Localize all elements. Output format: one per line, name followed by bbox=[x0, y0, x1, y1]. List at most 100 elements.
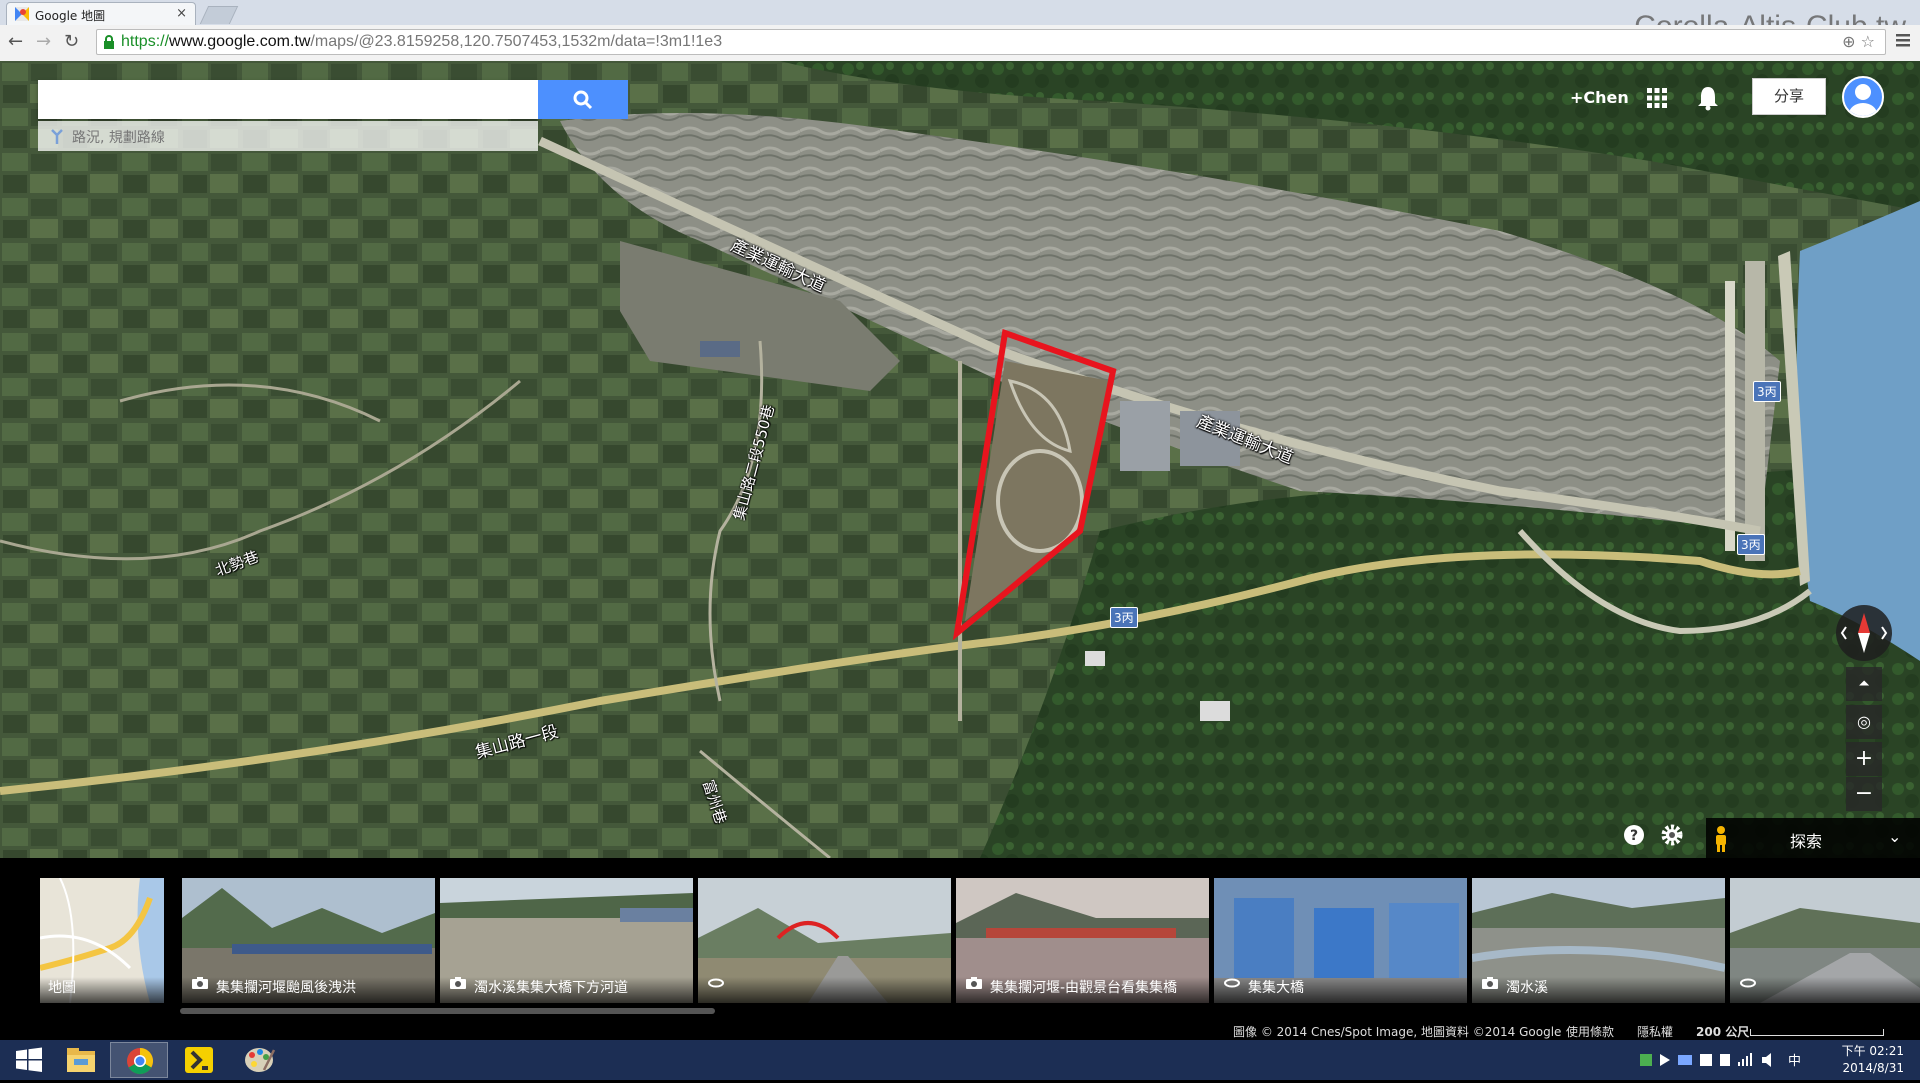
start-button[interactable] bbox=[0, 1042, 58, 1078]
lock-icon bbox=[104, 35, 114, 49]
compass-control[interactable] bbox=[1836, 605, 1892, 661]
url-path: /maps/@23.8159258,120.7507453,1532m/data… bbox=[310, 33, 723, 50]
map-footer: 圖像 © 2014 Cnes/Spot Image, 地圖資料 ©2014 Go… bbox=[0, 1015, 1920, 1040]
panorama-icon bbox=[1224, 978, 1240, 988]
clock-date: 2014/8/31 bbox=[1842, 1061, 1904, 1075]
card-label: 集集大橋 bbox=[1248, 980, 1304, 996]
card-caption: 集集攔河堰-由觀景台看集集橋 bbox=[956, 977, 1209, 1003]
svg-text:?: ? bbox=[1630, 828, 1638, 844]
tab-strip: Google 地圖 × Corolla-Altis-Club.tw bbox=[0, 0, 1920, 43]
bookmark-star-icon[interactable]: ☆ bbox=[1861, 32, 1875, 51]
card-label: 集集攔河堰颱風後洩洪 bbox=[216, 980, 356, 996]
photo-card[interactable]: 濁水溪 bbox=[1472, 878, 1725, 1003]
browser-tab[interactable]: Google 地圖 × bbox=[6, 2, 196, 25]
card-label: 地圖 bbox=[48, 980, 76, 996]
file-explorer-button[interactable] bbox=[52, 1042, 110, 1078]
url-host: www.google.com.tw bbox=[169, 33, 311, 50]
address-bar[interactable]: https://www.google.com.tw/maps/@23.81592… bbox=[96, 29, 1886, 55]
panorama-card[interactable]: 集集大橋 bbox=[1214, 878, 1467, 1003]
camera-icon bbox=[450, 977, 466, 989]
apps-grid-icon[interactable] bbox=[1647, 88, 1667, 108]
zoom-icon[interactable]: ⊕ bbox=[1842, 32, 1855, 51]
scale-label[interactable]: 200 公尺 bbox=[1696, 1023, 1749, 1040]
camera-icon bbox=[1482, 977, 1498, 989]
camera-icon bbox=[192, 977, 208, 989]
tab-title: Google 地圖 bbox=[35, 9, 106, 23]
my-location-button[interactable]: ◎ bbox=[1846, 705, 1882, 739]
system-tray[interactable]: 中 bbox=[1638, 1050, 1808, 1070]
folder-icon bbox=[67, 1048, 95, 1072]
card-label: 濁水溪集集大橋下方河道 bbox=[474, 980, 628, 996]
card-caption bbox=[1730, 977, 1920, 1003]
reload-icon[interactable]: ↻ bbox=[64, 31, 79, 52]
panorama-card[interactable] bbox=[698, 878, 951, 1003]
plus-icon: + bbox=[1854, 746, 1874, 771]
paint-taskbar-button[interactable] bbox=[230, 1042, 288, 1078]
notifications-bell-icon[interactable] bbox=[1697, 85, 1719, 111]
tab-close-icon[interactable]: × bbox=[176, 6, 187, 21]
help-icon[interactable]: ? bbox=[1623, 824, 1645, 846]
photo-card[interactable]: 集集攔河堰-由觀景台看集集橋 bbox=[956, 878, 1209, 1003]
photo-card[interactable]: 濁水溪集集大橋下方河道 bbox=[440, 878, 693, 1003]
panorama-icon bbox=[708, 978, 724, 988]
search-icon bbox=[573, 90, 593, 110]
camera-icon bbox=[966, 977, 982, 989]
search-input[interactable] bbox=[38, 80, 538, 119]
compass-icon bbox=[1840, 613, 1888, 653]
forward-arrow-icon[interactable]: → bbox=[36, 31, 51, 52]
zoom-in-button[interactable]: + bbox=[1846, 742, 1882, 776]
browser-toolbar: ← → ↻ https://www.google.com.tw/maps/@23… bbox=[0, 25, 1920, 62]
panorama-icon bbox=[1740, 978, 1756, 988]
windows-logo-icon bbox=[16, 1047, 42, 1072]
map-view-card[interactable]: 地圖 bbox=[40, 878, 164, 1003]
directions-hint: 路況, 規劃路線 bbox=[72, 130, 165, 146]
card-label: 濁水溪 bbox=[1506, 980, 1548, 996]
user-silhouette-icon bbox=[1849, 84, 1877, 116]
back-arrow-icon[interactable]: ← bbox=[8, 31, 23, 52]
system-clock[interactable]: 下午 02:21 2014/8/31 bbox=[1842, 1043, 1904, 1077]
route-badge: 3丙 bbox=[1110, 607, 1138, 628]
directions-bar[interactable]: 路況, 規劃路線 bbox=[38, 121, 538, 151]
photo-card[interactable]: 集集攔河堰颱風後洩洪 bbox=[182, 878, 435, 1003]
ime-indicator: 中 bbox=[1788, 1054, 1801, 1069]
chrome-menu-icon[interactable] bbox=[1896, 33, 1910, 47]
card-caption: 集集大橋 bbox=[1214, 977, 1467, 1003]
windows-taskbar: 中 下午 02:21 2014/8/31 bbox=[0, 1040, 1920, 1080]
route-badge: 3丙 bbox=[1753, 381, 1781, 402]
card-caption: 集集攔河堰颱風後洩洪 bbox=[182, 977, 435, 1003]
chrome-icon bbox=[127, 1047, 153, 1075]
search-button[interactable] bbox=[538, 80, 628, 119]
terms-link[interactable]: 使用條款 bbox=[1566, 1023, 1614, 1040]
card-caption: 濁水溪集集大橋下方河道 bbox=[440, 977, 693, 1003]
yellow-app-icon bbox=[185, 1047, 213, 1073]
satellite-map[interactable]: 產業運輸大道 產業運輸大道 集山路二段550巷 北勢巷 集山路一段 富州巷 3丙… bbox=[0, 61, 1920, 858]
share-button[interactable]: 分享 bbox=[1752, 78, 1826, 115]
new-tab-button[interactable] bbox=[199, 6, 239, 24]
card-caption: 濁水溪 bbox=[1472, 977, 1725, 1003]
explore-bar[interactable]: 探索 ⌄ bbox=[1706, 818, 1920, 858]
satellite-imagery bbox=[0, 61, 1920, 858]
directions-icon bbox=[51, 129, 63, 144]
app-taskbar-button[interactable] bbox=[170, 1042, 228, 1078]
scale-bar bbox=[1750, 1029, 1884, 1036]
avatar[interactable] bbox=[1842, 76, 1884, 118]
google-maps-favicon-icon bbox=[15, 7, 29, 21]
clock-time: 下午 02:21 bbox=[1841, 1044, 1904, 1058]
url-text: https://www.google.com.tw/maps/@23.81592… bbox=[121, 33, 722, 51]
explore-label: 探索 bbox=[1790, 832, 1823, 851]
tilt-view-button[interactable]: ⏶ bbox=[1846, 667, 1882, 701]
panorama-card[interactable] bbox=[1730, 878, 1920, 1003]
chevron-down-icon[interactable]: ⌄ bbox=[1888, 827, 1901, 846]
attribution-text: 圖像 © 2014 Cnes/Spot Image, 地圖資料 ©2014 Go… bbox=[1233, 1025, 1562, 1039]
card-caption bbox=[698, 977, 951, 1003]
zoom-out-button[interactable]: − bbox=[1846, 777, 1882, 811]
paint-palette-icon bbox=[245, 1048, 276, 1072]
google-plus-user-link[interactable]: +Chen bbox=[1570, 88, 1629, 107]
filmstrip-scrollbar[interactable] bbox=[180, 1008, 715, 1014]
card-caption: 地圖 bbox=[40, 977, 164, 1003]
chrome-taskbar-button[interactable] bbox=[110, 1042, 168, 1078]
privacy-link[interactable]: 隱私權 bbox=[1637, 1023, 1673, 1040]
url-scheme: https:// bbox=[121, 33, 170, 50]
pegman-icon[interactable] bbox=[1714, 826, 1728, 852]
gear-icon[interactable] bbox=[1660, 823, 1684, 847]
